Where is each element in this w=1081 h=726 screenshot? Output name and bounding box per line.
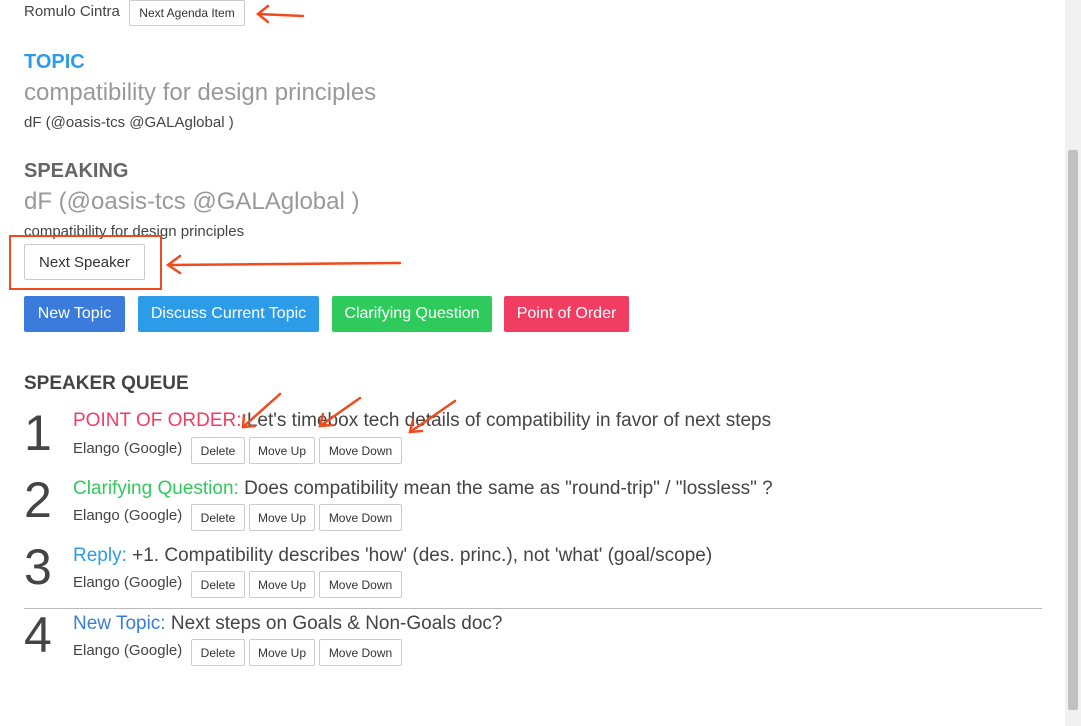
arrow-icon: [318, 396, 362, 428]
arrow-icon: [408, 399, 457, 434]
highlight-box: [9, 235, 162, 290]
arrow-icon: [241, 392, 282, 429]
annotation-overlay: [9, 4, 457, 434]
scrollbar-thumb[interactable]: [1068, 150, 1078, 710]
arrow-icon: [255, 4, 305, 24]
arrow-icon: [165, 254, 402, 275]
scrollbar[interactable]: [1065, 0, 1081, 726]
